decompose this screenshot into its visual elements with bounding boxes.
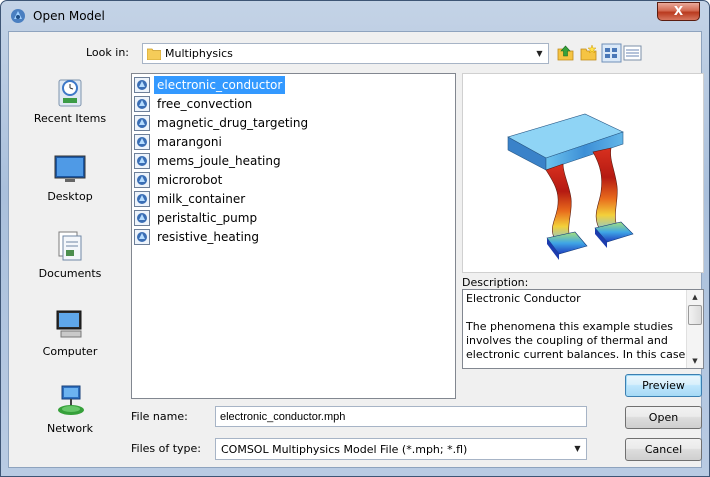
place-network[interactable]: Network (19, 384, 121, 454)
model-file-icon (134, 77, 150, 93)
file-type-dropdown[interactable]: COMSOL Multiphysics Model File (*.mph; *… (215, 438, 587, 460)
place-documents[interactable]: Documents (19, 229, 121, 299)
computer-icon (56, 310, 82, 338)
place-label: Network (47, 422, 93, 435)
description-box[interactable]: Electronic Conductor The phenomena this … (462, 289, 704, 369)
place-recent-items[interactable]: Recent Items (19, 74, 121, 144)
file-type-label: Files of type: (131, 442, 202, 455)
place-label: Documents (38, 267, 102, 280)
file-name-input[interactable] (215, 406, 587, 427)
place-label: Desktop (47, 190, 93, 203)
model-file-icon (134, 191, 150, 207)
model-file-icon (134, 115, 150, 131)
file-name-label: magnetic_drug_targeting (157, 116, 309, 130)
file-name-label: microrobot (157, 173, 223, 187)
model-file-icon (134, 96, 150, 112)
place-label: Computer (42, 345, 98, 358)
scroll-thumb[interactable] (688, 305, 702, 325)
model-preview (462, 73, 704, 273)
model-file-icon (134, 134, 150, 150)
network-icon (58, 385, 84, 415)
look-in-value: Multiphysics (165, 47, 233, 60)
open-button[interactable]: Open (625, 406, 702, 429)
file-type-value: COMSOL Multiphysics Model File (*.mph; *… (221, 443, 468, 456)
documents-icon (58, 231, 82, 261)
chevron-down-icon[interactable]: ▼ (531, 44, 548, 63)
file-name-label: mems_joule_heating (157, 154, 281, 168)
file-name-label: peristaltic_pump (157, 211, 258, 225)
cancel-button[interactable]: Cancel (625, 438, 702, 461)
recent-items-icon (58, 79, 82, 107)
dialog-body: Look in: Multiphysics ▼ Recent Items Des… (8, 31, 704, 468)
window-title: Open Model (33, 9, 105, 23)
place-label: Recent Items (33, 112, 107, 125)
file-name-label: File name: (131, 410, 188, 423)
preview-button[interactable]: Preview (625, 374, 702, 397)
views-icon[interactable] (601, 43, 622, 63)
comsol-app-icon (11, 9, 25, 23)
close-icon: X (673, 4, 684, 18)
details-view-icon[interactable] (622, 43, 643, 63)
look-in-label: Look in: (86, 46, 129, 59)
places-bar: Recent Items Desktop Documents Computer … (19, 74, 121, 444)
model-file-icon (134, 172, 150, 188)
file-name-label: marangoni (157, 135, 222, 149)
description-label: Description: (462, 276, 529, 289)
model-preview-image (507, 113, 634, 260)
file-name-label: milk_container (157, 192, 246, 206)
model-file-icon (134, 210, 150, 226)
file-name-label: resistive_heating (157, 230, 260, 244)
chevron-down-icon[interactable]: ▼ (569, 439, 586, 458)
close-button[interactable]: X (657, 2, 700, 21)
folder-icon (147, 48, 161, 60)
up-folder-icon[interactable] (555, 43, 576, 63)
title-bar[interactable]: Open Model X (1, 1, 709, 31)
desktop-icon (54, 155, 86, 182)
file-name-label: electronic_conductor (154, 76, 286, 94)
description-body: The phenomena this example studies invol… (466, 320, 686, 361)
look-in-dropdown[interactable]: Multiphysics ▼ (142, 43, 549, 64)
file-list[interactable]: electronic_conductor free_convection mag… (131, 73, 456, 399)
model-file-icon (134, 229, 150, 245)
new-folder-icon[interactable] (578, 43, 599, 63)
scroll-up-icon[interactable]: ▲ (687, 290, 703, 304)
model-file-icon (134, 153, 150, 169)
place-desktop[interactable]: Desktop (19, 152, 121, 222)
open-model-dialog: Open Model X Look in: Multiphysics ▼ Rec… (0, 0, 710, 477)
description-scrollbar[interactable]: ▲ ▼ (686, 290, 703, 368)
description-title: Electronic Conductor (466, 292, 581, 305)
scroll-down-icon[interactable]: ▼ (687, 354, 703, 368)
place-computer[interactable]: Computer (19, 307, 121, 377)
file-name-label: free_convection (157, 97, 253, 111)
description-text: Electronic Conductor The phenomena this … (466, 292, 688, 362)
